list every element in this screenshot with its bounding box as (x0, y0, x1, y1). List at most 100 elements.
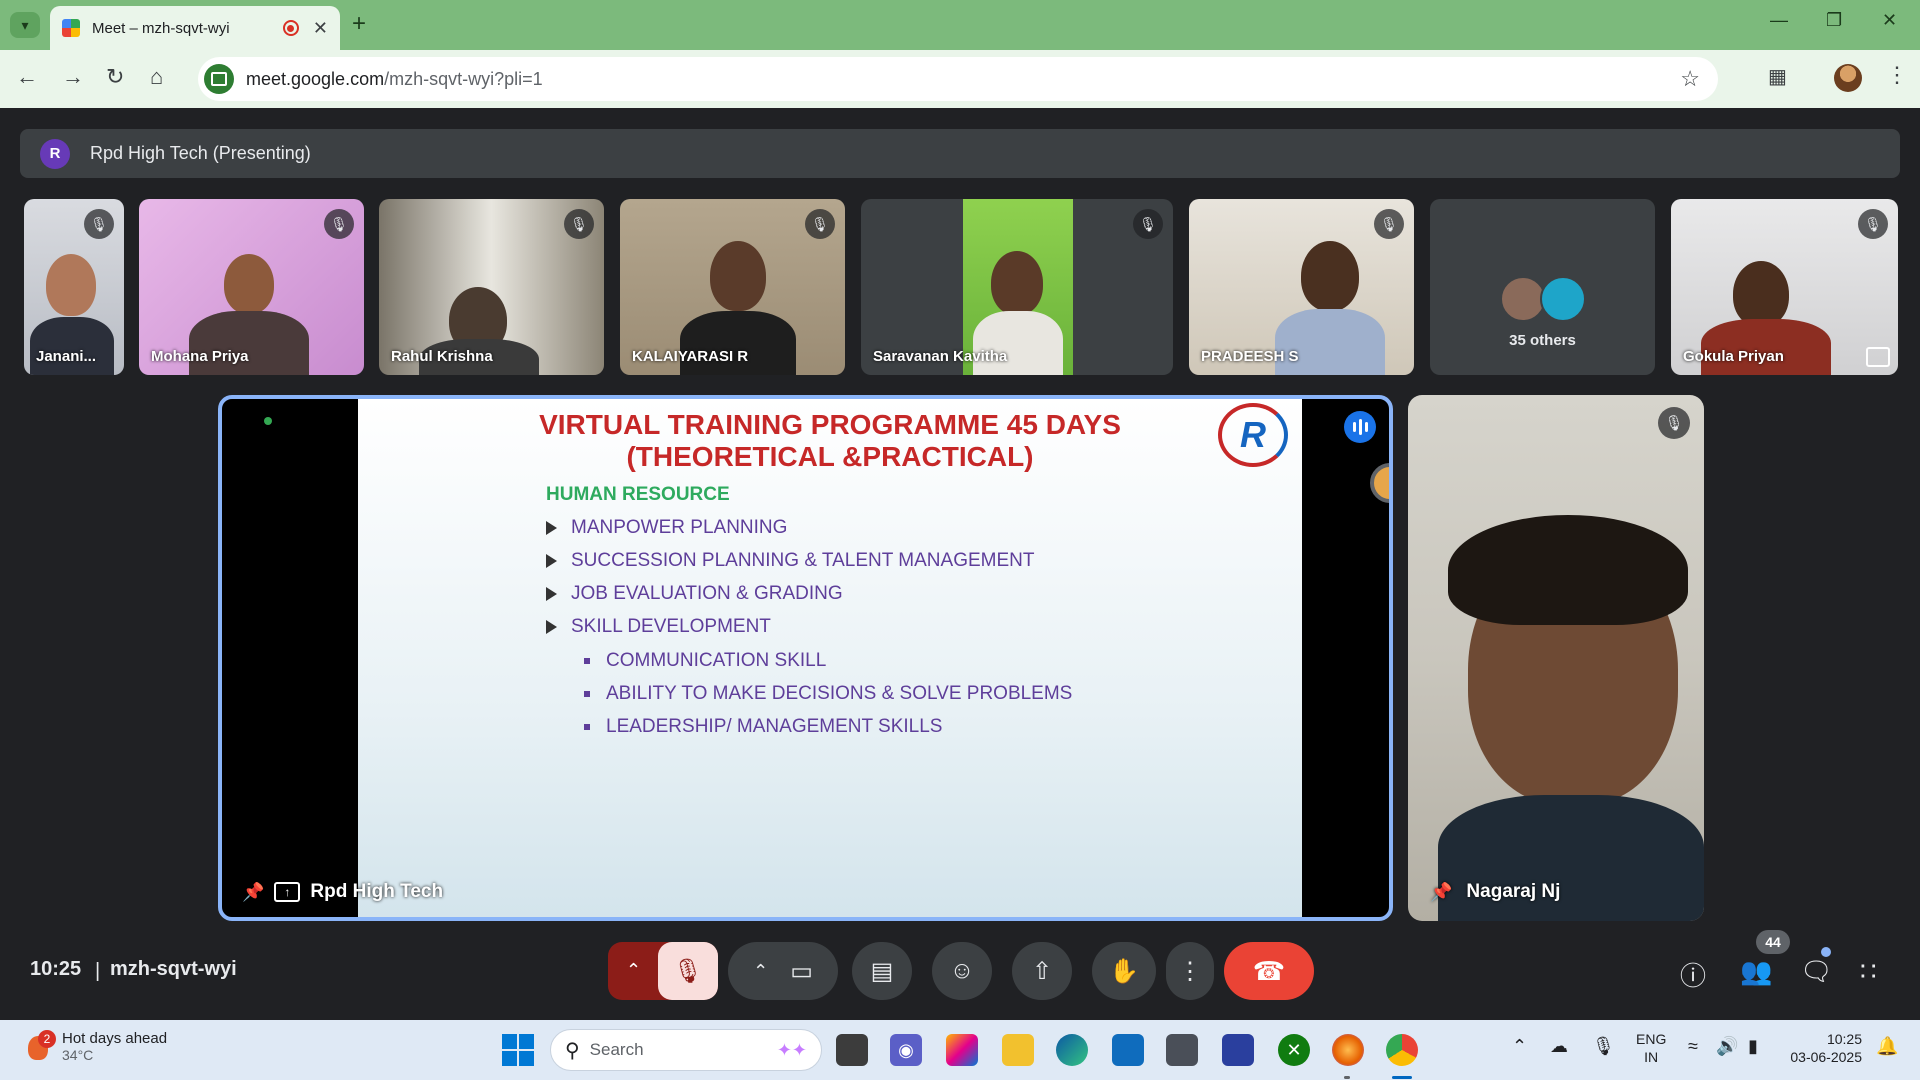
pip-icon[interactable] (1866, 347, 1890, 367)
slide-item: MANPOWER PLANNING (546, 517, 787, 539)
notification-bell-icon[interactable]: 🔔 (1876, 1036, 1898, 1057)
firefox-icon[interactable] (1332, 1034, 1364, 1066)
search-placeholder: Search (589, 1040, 644, 1059)
arrow-bullet-icon (546, 521, 557, 535)
square-bullet-icon (584, 658, 590, 664)
edge-icon[interactable] (1056, 1034, 1088, 1066)
close-window-button[interactable]: ✕ (1882, 10, 1897, 31)
self-view-bubble[interactable] (1370, 463, 1389, 503)
forward-icon[interactable]: → (62, 64, 84, 90)
participant-tile[interactable]: 🎙 Saravanan Kavitha (861, 199, 1173, 375)
meeting-info-icon[interactable]: ⓘ (1680, 956, 1706, 993)
mic-off-icon: 🎙 (1858, 209, 1888, 239)
participant-count-badge: 44 (1756, 930, 1790, 954)
chat-notification-dot (1821, 947, 1831, 957)
app-cube-icon[interactable] (1166, 1034, 1198, 1066)
audio-options-icon[interactable]: ⌃ (626, 960, 641, 981)
participant-tile[interactable]: 🎙 Rahul Krishna (379, 199, 604, 375)
tab-close-icon[interactable]: ✕ (313, 18, 328, 39)
participant-tile[interactable]: 🎙 PRADEESH S (1189, 199, 1414, 375)
present-button[interactable]: ⇧ (1012, 942, 1072, 1000)
presenting-label: Rpd High Tech (Presenting) (90, 143, 311, 163)
pinned-footer: 📌 Nagaraj Nj (1430, 881, 1560, 903)
mic-off-icon: 🎙 (564, 209, 594, 239)
chat-icon[interactable]: 🗨 (1800, 956, 1833, 987)
slide-section: HUMAN RESOURCE (546, 484, 730, 505)
others-avatars (1499, 275, 1586, 322)
arrow-bullet-icon (546, 620, 557, 634)
tray-overflow-icon[interactable]: ⌃ (1512, 1036, 1527, 1057)
restore-button[interactable]: ❐ (1826, 10, 1842, 31)
copilot-icon[interactable] (946, 1034, 978, 1066)
extensions-icon[interactable]: ▦ (1768, 64, 1787, 89)
slide-item: SKILL DEVELOPMENT (546, 616, 771, 638)
file-explorer-icon[interactable] (1002, 1034, 1034, 1066)
others-count: 35 others (1509, 331, 1576, 349)
camera-toggle-button[interactable]: ▭ (790, 957, 813, 986)
more-options-button[interactable]: ⋮ (1166, 942, 1214, 1000)
active-indicator (1392, 1076, 1412, 1079)
reactions-button[interactable]: ☺ (932, 942, 992, 1000)
pin-icon[interactable]: 📌 (1430, 882, 1452, 903)
participant-tile[interactable]: 🎙 KALAIYARASI R (620, 199, 845, 375)
others-tile[interactable]: 35 others (1430, 199, 1655, 375)
profile-avatar[interactable] (1834, 64, 1862, 92)
participant-tile[interactable]: 🎙 Mohana Priya (139, 199, 364, 375)
volume-icon[interactable]: 🔊 (1716, 1036, 1738, 1057)
bookmark-star-icon[interactable]: ☆ (1680, 66, 1700, 92)
new-tab-button[interactable]: + (352, 10, 366, 38)
taskbar-search[interactable]: ⚲ Search ✦✦ (550, 1029, 822, 1071)
back-icon[interactable]: ← (16, 64, 38, 90)
microphone-icon[interactable]: 🎙 (1592, 1036, 1615, 1057)
raise-hand-button[interactable]: ✋ (1092, 942, 1156, 1000)
participant-name: Gokula Priyan (1683, 348, 1784, 365)
wifi-icon[interactable]: ≈ (1688, 1036, 1698, 1057)
company-logo: R (1218, 403, 1288, 467)
pin-icon[interactable]: 📌 (242, 882, 264, 903)
participant-tile[interactable]: 🎙 Gokula Priyan (1671, 199, 1898, 375)
captions-button[interactable]: ▤ (852, 942, 912, 1000)
participant-tile[interactable]: 🎙 Janani... (24, 199, 124, 375)
slide-item: SUCCESSION PLANNING & TALENT MANAGEMENT (546, 550, 1034, 572)
weather-widget[interactable]: 2 Hot days ahead 34°C (24, 1030, 167, 1063)
home-icon[interactable]: ⌂ (150, 64, 163, 90)
url-path: /mzh-sqvt-wyi?pli=1 (384, 68, 543, 89)
slide-subitem: ABILITY TO MAKE DECISIONS & SOLVE PROBLE… (584, 683, 1072, 705)
status-dot (264, 417, 272, 425)
meeting-code: mzh-sqvt-wyi (110, 958, 237, 980)
site-info-icon[interactable] (204, 64, 234, 94)
people-icon[interactable]: 👥 (1740, 956, 1772, 987)
video-options-icon[interactable]: ⌃ (753, 961, 768, 982)
tab-search-button[interactable]: ▾ (10, 12, 40, 38)
square-bullet-icon (584, 691, 590, 697)
recording-icon (282, 20, 299, 36)
browser-tab-meet[interactable]: Meet – mzh-sqvt-wyi ✕ (50, 6, 340, 50)
address-bar[interactable]: meet.google.com /mzh-sqvt-wyi?pli=1 ☆ (198, 57, 1718, 101)
minimize-button[interactable]: — (1770, 10, 1788, 31)
start-button[interactable] (502, 1034, 534, 1066)
leave-call-button[interactable]: ☎ (1224, 942, 1314, 1000)
chrome-icon[interactable] (1386, 1034, 1418, 1066)
xbox-icon[interactable]: ✕ (1278, 1034, 1310, 1066)
task-view-icon[interactable] (836, 1034, 868, 1066)
teams-icon[interactable]: ◉ (890, 1034, 922, 1066)
slide-title-line2: (THEORETICAL &PRACTICAL) (626, 441, 1034, 472)
mic-off-icon: 🎙 (324, 209, 354, 239)
store-icon[interactable] (1112, 1034, 1144, 1066)
taskbar-clock[interactable]: 10:25 03-06-2025 (1786, 1030, 1862, 1066)
vscode-like-icon[interactable] (1222, 1034, 1254, 1066)
pinned-participant-tile[interactable]: 🎙 📌 Nagaraj Nj (1408, 395, 1704, 921)
language-indicator[interactable]: ENG IN (1636, 1030, 1666, 1066)
weather-icon: 2 (24, 1030, 56, 1060)
onedrive-icon[interactable]: ☁ (1550, 1036, 1568, 1057)
mic-toggle-button[interactable]: 🎙 (658, 942, 718, 1000)
presentation-tile[interactable]: VIRTUAL TRAINING PROGRAMME 45 DAYS (THEO… (218, 395, 1393, 921)
reload-icon[interactable]: ↻ (106, 64, 124, 90)
participant-name: PRADEESH S (1201, 348, 1299, 365)
browser-menu-icon[interactable]: ⋮ (1886, 62, 1908, 88)
pinned-participant-name: Nagaraj Nj (1466, 881, 1561, 902)
battery-icon[interactable]: ▮ (1748, 1036, 1758, 1057)
slide-title-line1: VIRTUAL TRAINING PROGRAMME 45 DAYS (539, 409, 1121, 440)
activities-icon[interactable]: ∷ (1860, 956, 1877, 987)
participant-name: Rahul Krishna (391, 348, 493, 365)
